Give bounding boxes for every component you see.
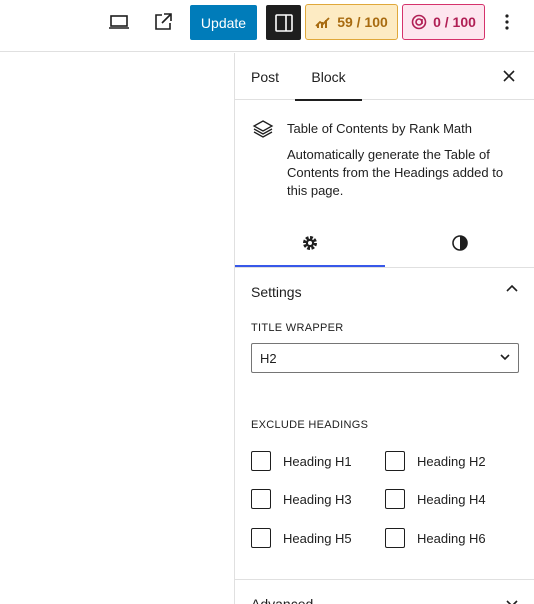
editor-toolbar: Update 59 / 100 0 / 100	[0, 0, 534, 52]
checkbox-box[interactable]	[385, 451, 405, 471]
tab-post[interactable]: Post	[251, 53, 279, 100]
content-ai-icon	[411, 14, 427, 30]
title-wrapper-value: H2	[260, 350, 277, 366]
sidebar-toggle-icon	[274, 13, 293, 32]
gear-icon	[303, 236, 317, 250]
more-options-icon[interactable]	[497, 8, 517, 36]
chevron-down-icon	[500, 354, 510, 361]
content-score-value: 0 / 100	[433, 14, 476, 30]
content-score-button[interactable]: 0 / 100	[402, 4, 485, 40]
external-link-icon[interactable]	[145, 4, 181, 40]
tab-block[interactable]: Block	[295, 53, 362, 101]
checkbox-box[interactable]	[251, 528, 271, 548]
checkbox-box[interactable]	[385, 489, 405, 509]
tab-styles[interactable]	[385, 219, 534, 267]
update-button[interactable]: Update	[190, 5, 257, 40]
settings-panel: Settings TITLE WRAPPER H2 EXCLUDE HEADIN…	[235, 267, 534, 548]
desktop-preview-icon[interactable]	[101, 4, 137, 40]
block-title: Table of Contents by Rank Math	[287, 121, 472, 136]
title-wrapper-label: TITLE WRAPPER	[251, 322, 344, 334]
checkbox-label: Heading H5	[283, 530, 352, 546]
tab-settings[interactable]	[235, 219, 385, 267]
editor-canvas[interactable]	[0, 53, 234, 604]
advanced-panel-header[interactable]: Advanced	[235, 579, 534, 604]
checkbox-label: Heading H3	[283, 491, 352, 507]
checkbox-label: Heading H1	[283, 453, 352, 469]
rank-math-chart-icon	[315, 17, 330, 28]
heading-h4-checkbox[interactable]: Heading H4	[385, 489, 486, 509]
sidebar-toggle-button[interactable]	[266, 5, 301, 40]
chevron-up-icon	[506, 284, 518, 292]
close-icon[interactable]	[500, 67, 518, 85]
advanced-panel-title: Advanced	[251, 596, 314, 604]
heading-h1-checkbox[interactable]: Heading H1	[251, 451, 352, 471]
checkbox-box[interactable]	[385, 528, 405, 548]
heading-h6-checkbox[interactable]: Heading H6	[385, 528, 486, 548]
seo-score-button[interactable]: 59 / 100	[305, 4, 398, 40]
chevron-down-icon	[506, 600, 518, 604]
heading-h5-checkbox[interactable]: Heading H5	[251, 528, 352, 548]
checkbox-label: Heading H6	[417, 530, 486, 546]
settings-panel-title: Settings	[251, 284, 302, 300]
checkbox-label: Heading H2	[417, 453, 486, 469]
seo-score-value: 59 / 100	[337, 14, 388, 30]
half-circle-styles-icon	[452, 235, 468, 251]
checkbox-box[interactable]	[251, 451, 271, 471]
checkbox-box[interactable]	[251, 489, 271, 509]
heading-h3-checkbox[interactable]: Heading H3	[251, 489, 352, 509]
title-wrapper-select[interactable]: H2	[251, 343, 519, 373]
settings-panel-header[interactable]: Settings	[235, 268, 534, 316]
heading-h2-checkbox[interactable]: Heading H2	[385, 451, 486, 471]
sidebar-tabs: Post Block	[235, 53, 534, 101]
checkbox-label: Heading H4	[417, 491, 486, 507]
exclude-headings-label: EXCLUDE HEADINGS	[251, 419, 369, 431]
table-of-contents-block-icon	[252, 119, 274, 144]
block-inspector-tabs	[235, 219, 534, 267]
settings-sidebar: Post Block Table of Contents by Rank Mat…	[234, 53, 534, 604]
block-description: Automatically generate the Table of Cont…	[287, 147, 504, 198]
